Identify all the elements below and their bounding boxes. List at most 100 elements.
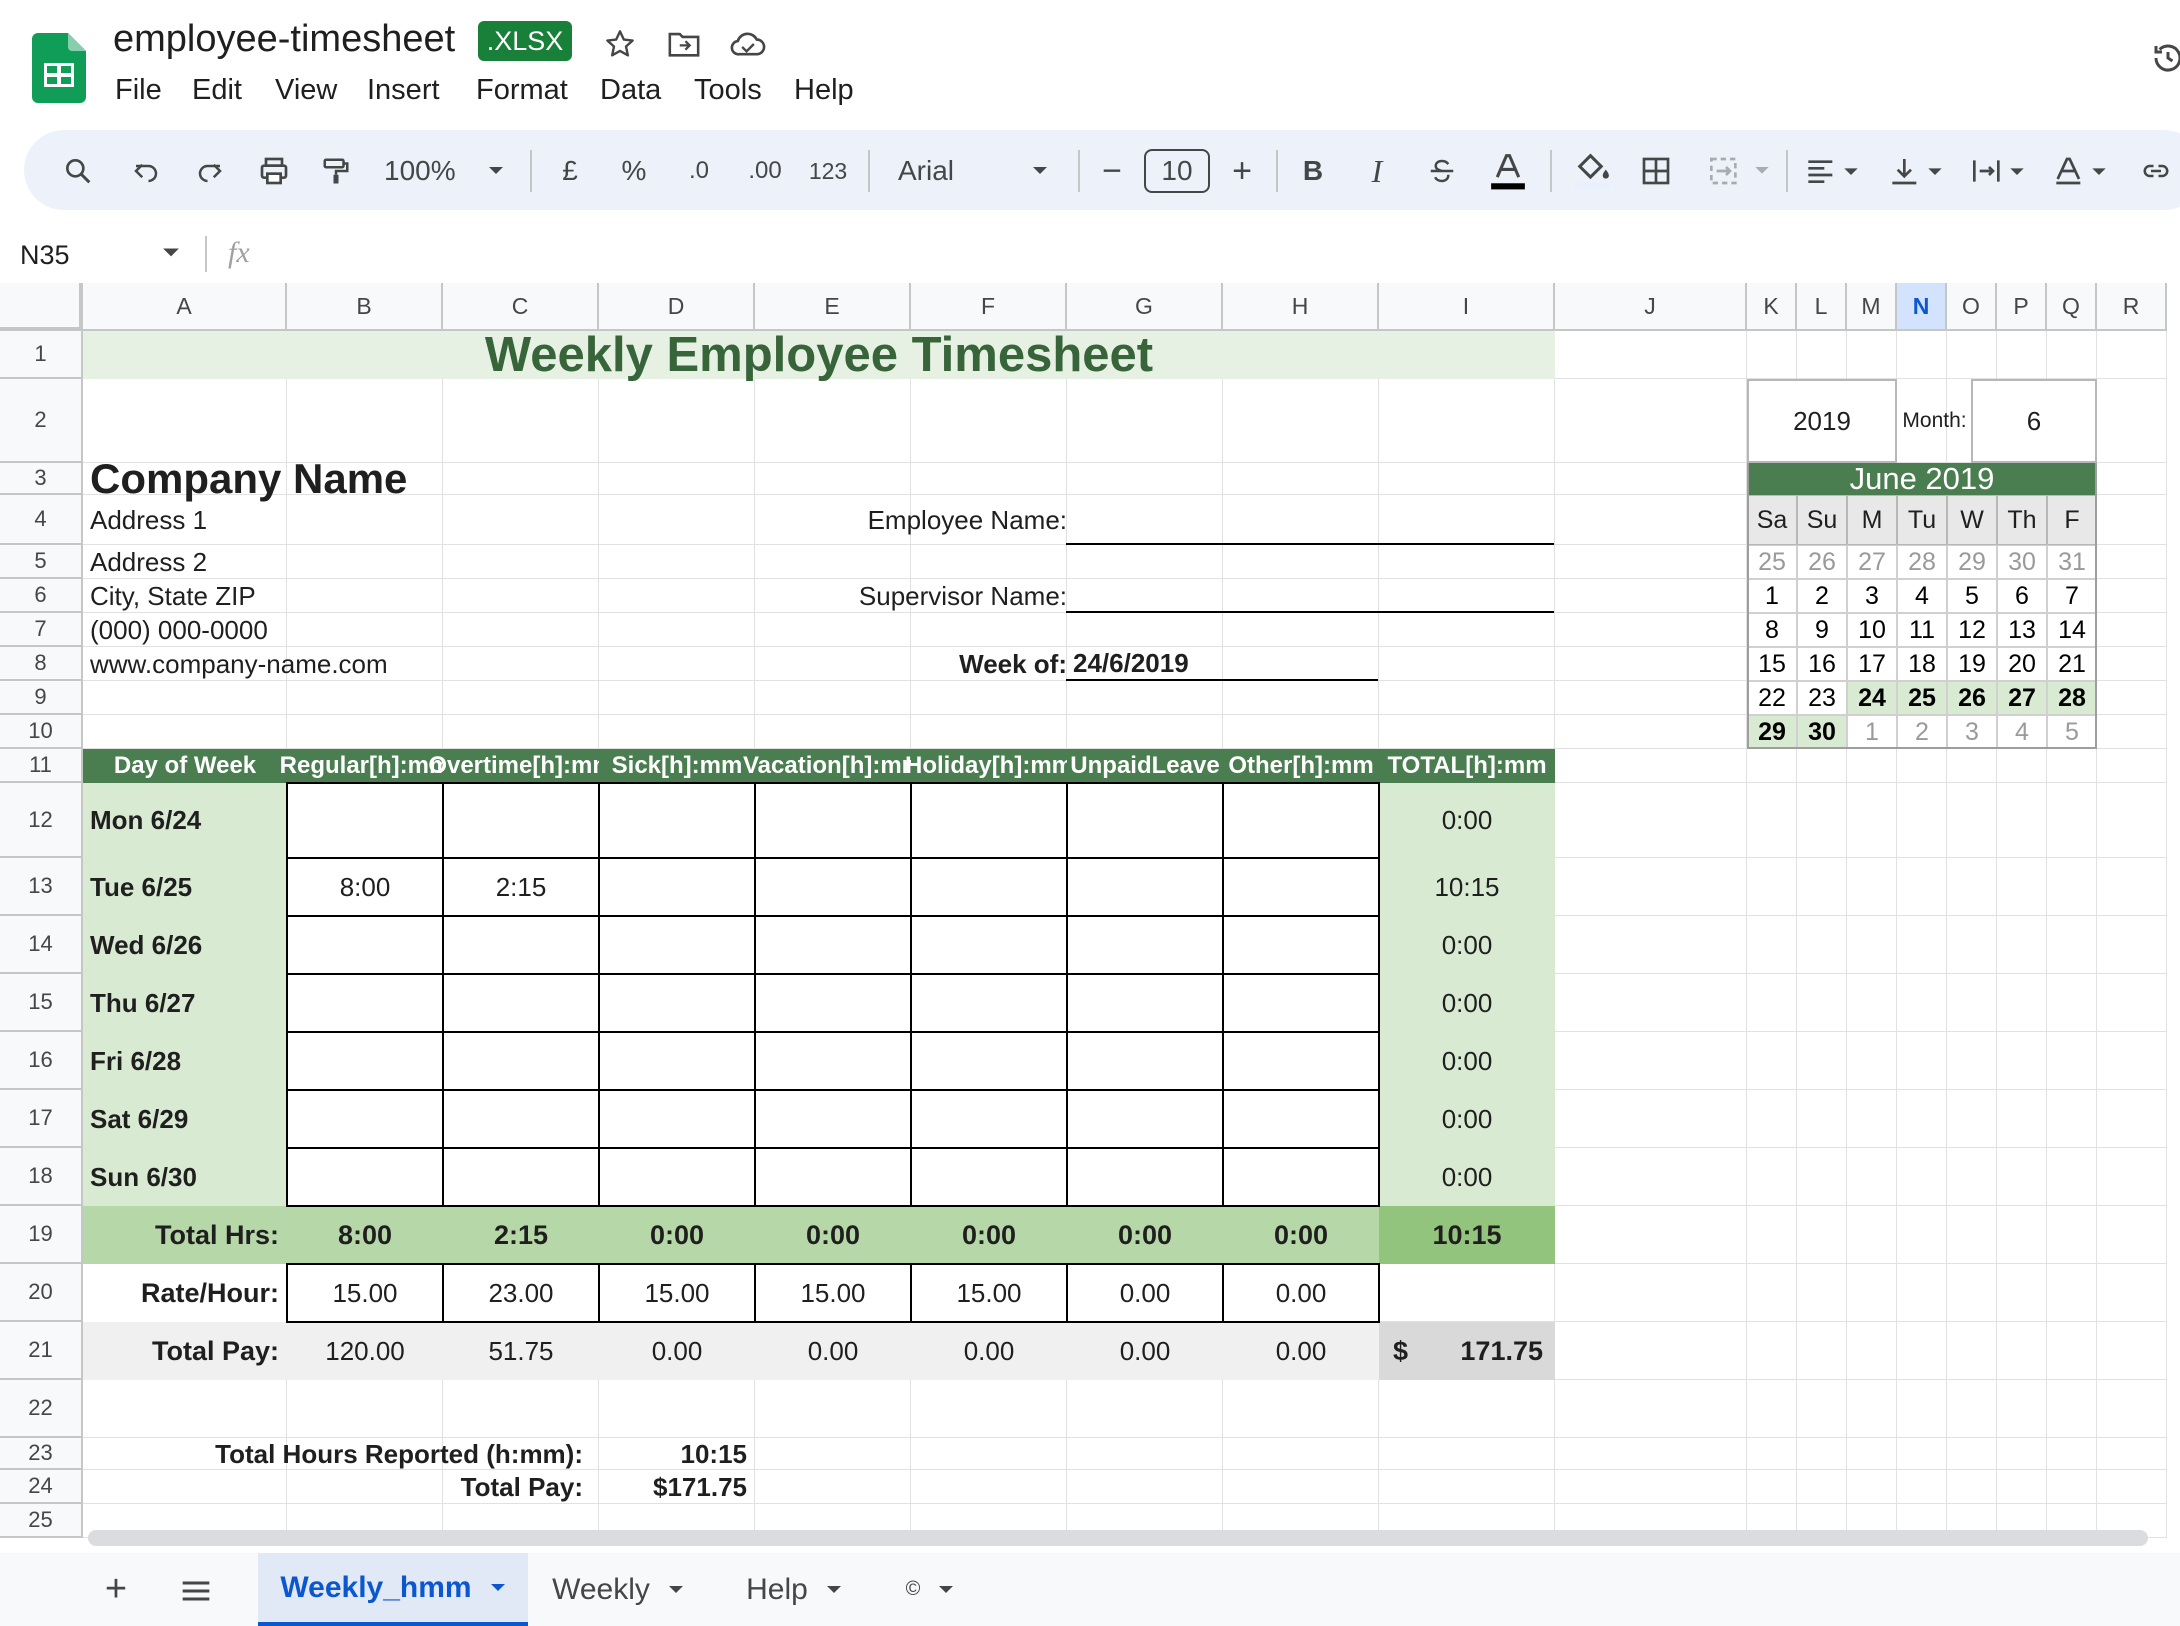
column-header-q[interactable]: Q [2047, 283, 2097, 331]
grid-cell[interactable] [2097, 1380, 2167, 1438]
grid-cell[interactable] [2047, 916, 2097, 974]
row-header-18[interactable]: 18 [0, 1148, 83, 1206]
row-header-23[interactable]: 23 [0, 1438, 83, 1470]
grid-cell[interactable] [755, 463, 911, 495]
row-header-12[interactable]: 12 [0, 783, 83, 858]
grid-cell[interactable] [911, 1380, 1067, 1438]
grid-cell[interactable] [911, 463, 1067, 495]
grid-cell[interactable] [1067, 463, 1223, 495]
grid-cell[interactable] [1947, 783, 1997, 858]
bold-button[interactable]: B [1296, 149, 1330, 193]
grid-cell[interactable] [1223, 463, 1379, 495]
grid-cell[interactable] [1747, 1148, 1797, 1206]
grid-cell[interactable] [2097, 715, 2167, 749]
decrease-font-size-button[interactable]: − [1096, 149, 1128, 193]
column-header-j[interactable]: J [1555, 283, 1747, 331]
grid-cell[interactable] [1997, 783, 2047, 858]
hours-input-cell[interactable] [1222, 973, 1380, 1033]
grid-cell[interactable] [443, 1380, 599, 1438]
grid-cell[interactable] [599, 545, 755, 579]
grid-cell[interactable] [1797, 1470, 1847, 1504]
column-header-f[interactable]: F [911, 283, 1067, 331]
grid-cell[interactable] [1947, 858, 1997, 916]
calendar-day[interactable]: 24 [1847, 681, 1897, 715]
grid-cell[interactable] [1747, 1322, 1797, 1380]
grid-cell[interactable] [911, 545, 1067, 579]
grid-cell[interactable] [1997, 858, 2047, 916]
calendar-day[interactable]: 18 [1897, 647, 1947, 681]
grid-cell[interactable] [1379, 715, 1555, 749]
font-select[interactable]: Arial [898, 149, 1008, 193]
grid-cell[interactable] [2097, 331, 2167, 379]
undo-icon[interactable] [126, 149, 166, 193]
grid-cell[interactable] [287, 715, 443, 749]
company-address-line[interactable]: Address 1 [83, 495, 583, 545]
grid-cell[interactable] [1555, 379, 1747, 463]
grid-cell[interactable] [911, 715, 1067, 749]
grid-cell[interactable] [287, 681, 443, 715]
horizontal-align-icon[interactable] [1802, 149, 1868, 193]
calendar-day[interactable]: 17 [1847, 647, 1897, 681]
grid-cell[interactable] [1847, 974, 1897, 1032]
row-header-24[interactable]: 24 [0, 1470, 83, 1504]
vertical-align-icon[interactable] [1886, 149, 1952, 193]
grid-cell[interactable] [2097, 379, 2167, 463]
column-header-b[interactable]: B [287, 283, 443, 331]
italic-button[interactable]: I [1360, 149, 1394, 193]
grid-cell[interactable] [83, 379, 287, 463]
grid-cell[interactable] [1555, 783, 1747, 858]
grid-cell[interactable] [1555, 916, 1747, 974]
row-header-16[interactable]: 16 [0, 1032, 83, 1090]
calendar-day[interactable]: 14 [2047, 613, 2097, 647]
calendar-day[interactable]: 20 [1997, 647, 2047, 681]
zoom-dropdown-icon[interactable] [482, 149, 510, 193]
row-header-20[interactable]: 20 [0, 1264, 83, 1322]
rate-input-cell[interactable]: 0.00 [1222, 1263, 1380, 1323]
company-name[interactable]: Company Name [83, 455, 583, 502]
week-of-value[interactable]: 24/6/2019 [1066, 647, 1378, 681]
column-header-k[interactable]: K [1747, 283, 1797, 331]
grid-cell[interactable] [1997, 974, 2047, 1032]
grid-cell[interactable] [1379, 613, 1555, 647]
row-header-15[interactable]: 15 [0, 974, 83, 1032]
font-dropdown-icon[interactable] [1026, 149, 1054, 193]
column-header-h[interactable]: H [1223, 283, 1379, 331]
grid-cell[interactable] [1847, 858, 1897, 916]
grid-cell[interactable] [2097, 1032, 2167, 1090]
hours-input-cell[interactable] [598, 1089, 756, 1149]
grid-cell[interactable] [1997, 1322, 2047, 1380]
calendar-day[interactable]: 25 [1897, 681, 1947, 715]
grid-cell[interactable] [1947, 1380, 1997, 1438]
grid-cell[interactable] [1897, 1264, 1947, 1322]
grid-cell[interactable] [755, 1438, 911, 1470]
hours-input-cell[interactable] [1222, 1089, 1380, 1149]
grid-cell[interactable] [1223, 1470, 1379, 1504]
day-total[interactable]: 0:00 [1379, 1032, 1555, 1090]
grid-cell[interactable] [1555, 1206, 1747, 1264]
hours-input-cell[interactable] [286, 973, 444, 1033]
hours-input-cell[interactable] [598, 973, 756, 1033]
total-hrs-value[interactable]: 0:00 [1223, 1206, 1379, 1264]
grid-cell[interactable] [1797, 331, 1847, 379]
grid-cell[interactable] [599, 463, 755, 495]
calendar-day[interactable]: 27 [1997, 681, 2047, 715]
grid-cell[interactable] [1555, 495, 1747, 545]
column-header-l[interactable]: L [1797, 283, 1847, 331]
grid-cell[interactable] [1223, 1380, 1379, 1438]
column-header-e[interactable]: E [755, 283, 911, 331]
rate-input-cell[interactable]: 15.00 [910, 1263, 1068, 1323]
grid-cell[interactable] [1947, 1470, 1997, 1504]
hours-input-cell[interactable] [598, 1031, 756, 1091]
calendar-day[interactable]: 3 [1847, 579, 1897, 613]
calendar-day[interactable]: 28 [1897, 545, 1947, 579]
grid-cell[interactable] [2097, 579, 2167, 613]
grid-cell[interactable] [1897, 1032, 1947, 1090]
grid-cell[interactable] [1067, 545, 1223, 579]
calendar-year-input[interactable]: 2019 [1747, 379, 1897, 463]
all-sheets-icon[interactable] [180, 1580, 212, 1607]
grid-cell[interactable] [1555, 647, 1747, 681]
grid-cell[interactable] [1797, 749, 1847, 783]
grid-cell[interactable] [1997, 916, 2047, 974]
grid-cell[interactable] [2047, 331, 2097, 379]
calendar-day[interactable]: 7 [2047, 579, 2097, 613]
